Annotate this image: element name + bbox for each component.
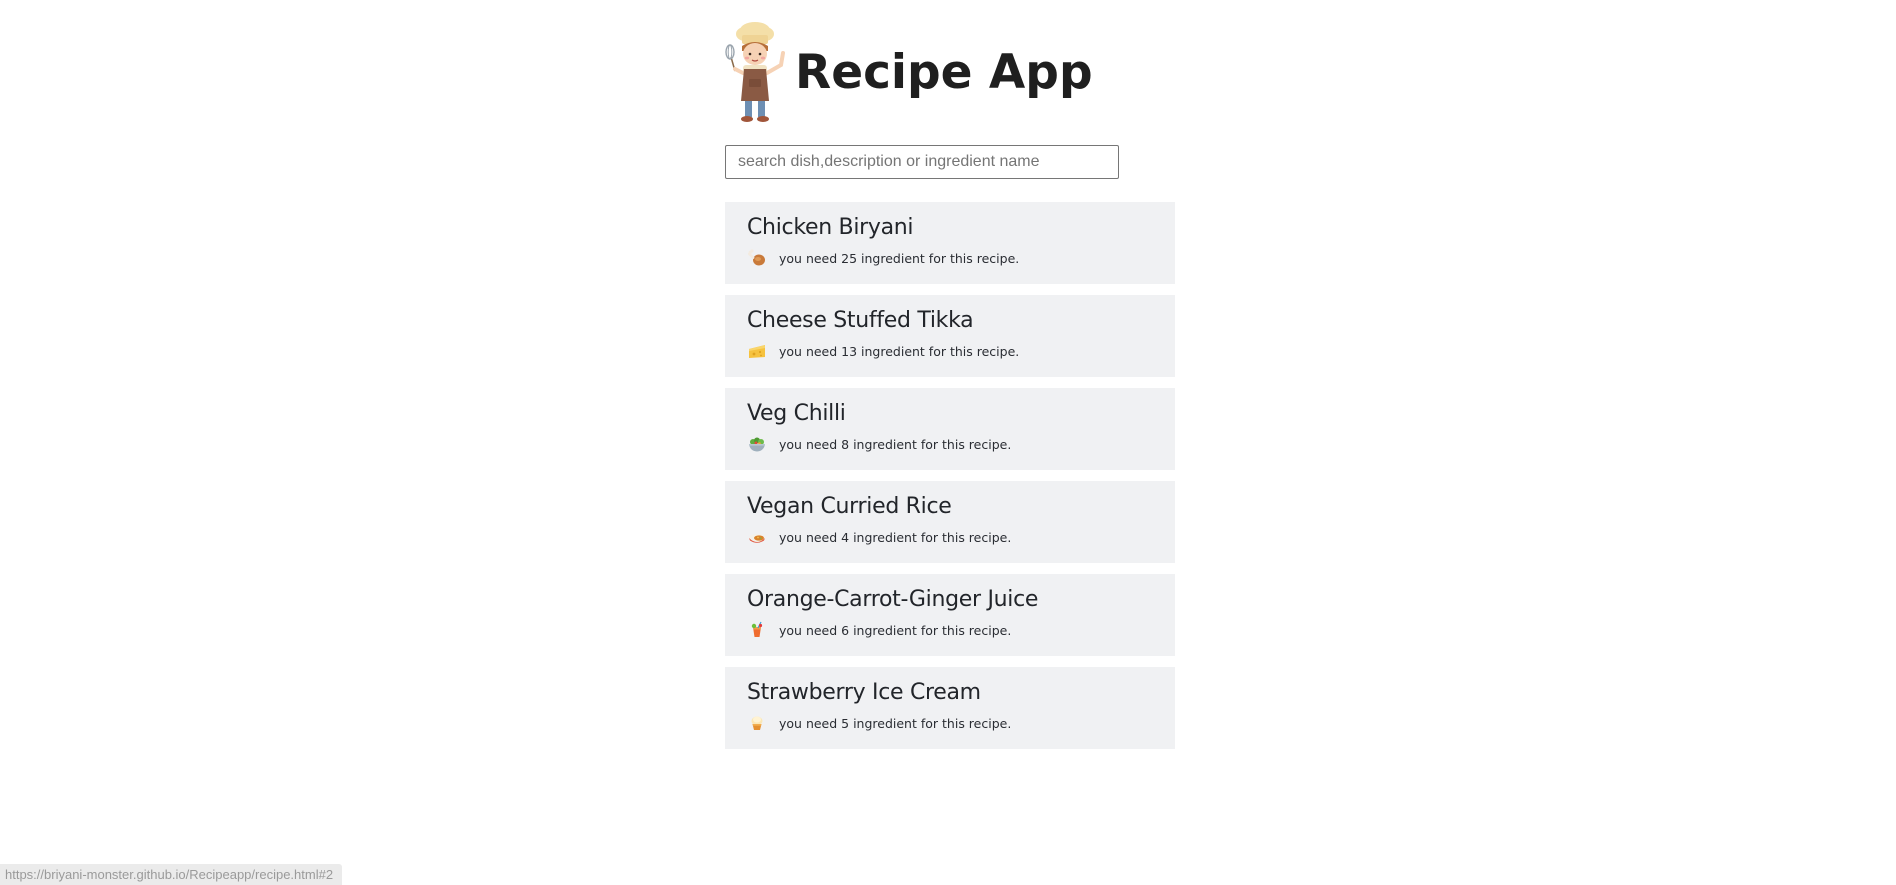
recipe-card-strawberry-ice-cream[interactable]: Strawberry Ice Cream you need 5 ingredie…: [725, 667, 1175, 749]
search-input[interactable]: [725, 145, 1119, 179]
ingredient-count: you need 8 ingredient for this recipe.: [779, 436, 1012, 452]
salad-bowl-icon: [749, 437, 765, 452]
ingredient-count: you need 5 ingredient for this recipe.: [779, 715, 1012, 731]
recipe-card-vegan-curried-rice[interactable]: Vegan Curried Rice you need 4 ingredient…: [725, 481, 1175, 563]
recipe-card-chicken-biryani[interactable]: Chicken Biryani you need 25 ingredient f…: [725, 202, 1175, 284]
recipe-meta: you need 4 ingredient for this recipe.: [747, 526, 1153, 548]
app-title: Recipe App: [795, 45, 1093, 100]
recipe-meta: you need 8 ingredient for this recipe.: [747, 433, 1153, 455]
recipe-name: Veg Chilli: [747, 401, 846, 426]
recipe-name: Orange-Carrot-Ginger Juice: [747, 587, 1039, 612]
recipe-card-cheese-stuffed-tikka[interactable]: Cheese Stuffed Tikka you need 13 ingredi…: [725, 295, 1175, 377]
ingredient-count: you need 6 ingredient for this recipe.: [779, 622, 1012, 638]
recipe-meta: you need 13 ingredient for this recipe.: [747, 340, 1153, 362]
cheese-icon: [749, 345, 765, 358]
ice-cream-icon: [751, 716, 763, 730]
recipe-meta: you need 5 ingredient for this recipe.: [747, 712, 1153, 734]
chicken-leg-icon: [747, 249, 765, 266]
ingredient-count: you need 13 ingredient for this recipe.: [779, 343, 1020, 359]
recipe-name: Strawberry Ice Cream: [747, 680, 981, 705]
curry-rice-icon: [749, 534, 765, 543]
recipe-card-veg-chilli[interactable]: Veg Chilli you need 8 ingredient for thi…: [725, 388, 1175, 470]
recipe-meta: you need 25 ingredient for this recipe.: [747, 247, 1153, 269]
recipe-name: Vegan Curried Rice: [747, 494, 952, 519]
status-bar-url: https://briyani-monster.github.io/Recipe…: [0, 864, 343, 885]
tropical-drink-icon: [751, 621, 763, 637]
ingredient-count: you need 25 ingredient for this recipe.: [779, 250, 1020, 266]
recipe-card-orange-carrot-ginger-juice[interactable]: Orange-Carrot-Ginger Juice you need 6 in…: [725, 574, 1175, 656]
app-header: Recipe App: [725, 20, 1175, 125]
page: Recipe App Chicken Biryani you need 25 i…: [0, 0, 1896, 885]
ingredient-count: you need 4 ingredient for this recipe.: [779, 529, 1012, 545]
recipe-name: Chicken Biryani: [747, 215, 914, 240]
chef-icon: [725, 21, 785, 122]
recipe-name: Cheese Stuffed Tikka: [747, 308, 974, 333]
recipe-list: Chicken Biryani you need 25 ingredient f…: [725, 202, 1175, 749]
main-container: Recipe App Chicken Biryani you need 25 i…: [725, 20, 1175, 760]
recipe-meta: you need 6 ingredient for this recipe.: [747, 619, 1153, 641]
